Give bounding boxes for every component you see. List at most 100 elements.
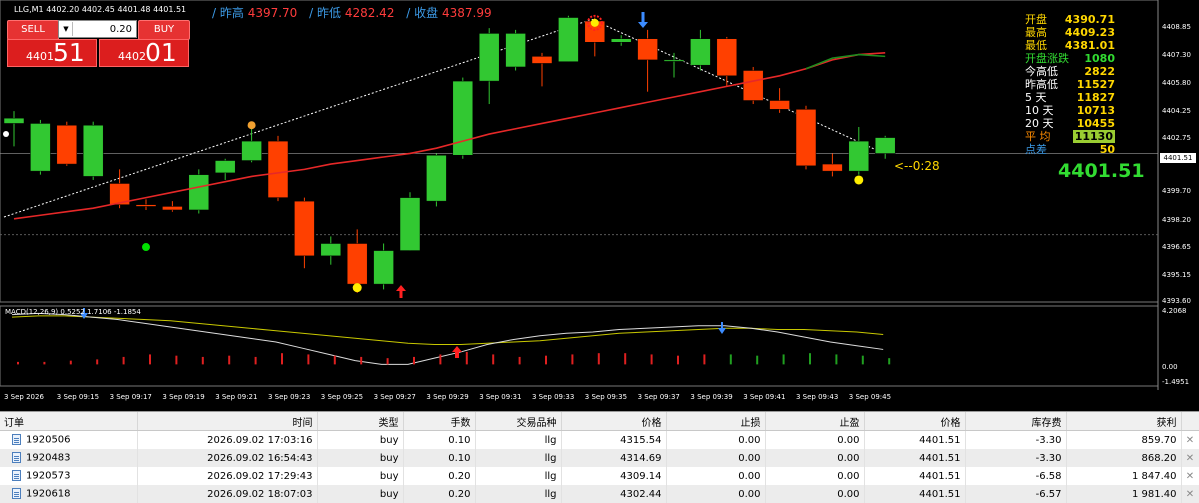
- price-axis-label: 4405.80: [1162, 79, 1191, 87]
- price-axis-label: 4404.25: [1162, 107, 1191, 115]
- chart-area[interactable]: LLG,M1 4402.20 4402.45 4401.48 4401.51 /…: [0, 0, 1199, 405]
- close-order-icon[interactable]: ✕: [1181, 449, 1199, 467]
- daily-stat-value: 4390.71: [1064, 13, 1115, 26]
- current-price-display: 4401.51: [1058, 160, 1145, 182]
- cell-take-profit: 0.00: [765, 430, 865, 449]
- open-price-text: 4302.44: [620, 488, 662, 500]
- time-axis-label: 3 Sep 2026: [4, 393, 44, 401]
- col-take-profit[interactable]: 止盈: [765, 412, 865, 431]
- cell-swap: -3.30: [965, 449, 1067, 467]
- table-row[interactable]: 1920573 2026.09.02 17:29:43 buy 0.20 llg 4309…: [0, 467, 1199, 485]
- time-axis-label: 3 Sep 09:21: [215, 393, 258, 401]
- buy-price-box[interactable]: 4402 01: [99, 38, 189, 67]
- candle-body: [82, 124, 104, 177]
- order-document-icon: [12, 488, 21, 500]
- daily-stat-value: 11527: [1076, 78, 1115, 91]
- col-symbol[interactable]: 交易品种: [475, 412, 562, 431]
- col-type[interactable]: 类型: [317, 412, 404, 431]
- sell-price-box[interactable]: 4401 51: [7, 38, 97, 67]
- cell-swap: -3.30: [965, 430, 1067, 449]
- cell-symbol: llg: [475, 449, 562, 467]
- lot-size-box[interactable]: ▼: [58, 20, 137, 38]
- cell-current-price: 4401.51: [864, 449, 966, 467]
- cell-current-price: 4401.51: [864, 467, 966, 485]
- price-axis-label: 4395.15: [1162, 271, 1191, 279]
- candle-body: [531, 56, 553, 64]
- daily-stat-value: 4381.01: [1064, 39, 1115, 52]
- stat-label: / 昨低: [309, 6, 341, 20]
- cell-take-profit: 0.00: [765, 485, 865, 503]
- daily-stat-label: 开盘涨跌: [1025, 52, 1069, 65]
- daily-stat-row: 10 天 10713: [1025, 104, 1115, 117]
- order-type-text: buy: [379, 434, 399, 446]
- profit-text: 868.20: [1141, 452, 1177, 464]
- daily-stat-row: 5 天 11827: [1025, 91, 1115, 104]
- symbol-text: llg: [544, 488, 557, 500]
- swap-text: -6.58: [1035, 470, 1062, 482]
- cell-stop-loss: 0.00: [666, 485, 766, 503]
- col-profit[interactable]: 获利: [1066, 412, 1182, 431]
- daily-stat-value: 2822: [1084, 65, 1115, 78]
- cell-open-time: 2026.09.02 17:29:43: [137, 467, 318, 485]
- stat-value: 4397.70: [247, 6, 298, 20]
- price-axis-label: 4398.20: [1162, 216, 1191, 224]
- col-stop-loss[interactable]: 止损: [666, 412, 766, 431]
- table-row[interactable]: 1920618 2026.09.02 18:07:03 buy 0.20 llg 4302…: [0, 485, 1199, 503]
- stat-value: 4282.42: [344, 6, 395, 20]
- orders-table: 订单 时间 类型 手数 交易品种 价格 止损 止盈 价格 库存费 获利 1920…: [0, 412, 1199, 503]
- candle-body: [320, 243, 342, 257]
- lot-dropdown-arrow-icon[interactable]: ▼: [60, 22, 73, 36]
- time-axis-label: 3 Sep 09:45: [848, 393, 892, 401]
- cell-lot-size: 0.10: [403, 449, 476, 467]
- sell-price-pips: 51: [53, 38, 85, 67]
- buy-button[interactable]: BUY: [138, 20, 190, 40]
- col-time[interactable]: 时间: [137, 412, 318, 431]
- candle-body: [716, 38, 738, 77]
- one-click-trade-panel: SELL ▼ BUY 4401 51 4402 01: [7, 20, 190, 67]
- time-axis-label: 3 Sep 09:27: [373, 393, 416, 401]
- daily-stat-label: 平 均: [1025, 130, 1051, 143]
- daily-stat-row: 20 天 10455: [1025, 117, 1115, 130]
- candle-body: [188, 174, 210, 211]
- cell-order-type: buy: [317, 430, 404, 449]
- yellow-dot-marker: [352, 283, 362, 293]
- candle-body: [874, 137, 896, 154]
- candle-body: [56, 124, 78, 165]
- table-row[interactable]: 1920506 2026.09.02 17:03:16 buy 0.10 llg 4315…: [0, 430, 1199, 449]
- lot-size-text: 0.20: [448, 488, 471, 500]
- close-order-icon[interactable]: ✕: [1181, 467, 1199, 485]
- current-price-text: 4401.51: [919, 452, 961, 464]
- symbol-title: LLG,M1 4402.20 4402.45 4401.48 4401.51: [14, 5, 187, 14]
- order-document-icon: [12, 434, 21, 446]
- swap-text: -6.57: [1035, 488, 1062, 500]
- symbol-text: llg: [544, 470, 557, 482]
- sell-button[interactable]: SELL: [7, 20, 59, 40]
- daily-stat-label: 最高: [1025, 26, 1047, 39]
- col-swap[interactable]: 库存费: [965, 412, 1067, 431]
- cell-take-profit: 0.00: [765, 467, 865, 485]
- sell-price-prefix: 4401: [26, 50, 54, 63]
- daily-stat-value: 10455: [1076, 117, 1115, 130]
- cell-order-id: 1920573: [0, 467, 138, 485]
- daily-stat-label: 今高低: [1025, 65, 1058, 78]
- col-open-price[interactable]: 价格: [561, 412, 667, 431]
- lot-size-input[interactable]: [75, 22, 132, 36]
- stop-loss-text: 0.00: [738, 470, 761, 482]
- candle-body: [795, 109, 817, 167]
- col-order[interactable]: 订单: [0, 412, 138, 431]
- cell-stop-loss: 0.00: [666, 449, 766, 467]
- cell-open-price: 4309.14: [561, 467, 667, 485]
- col-lots[interactable]: 手数: [403, 412, 476, 431]
- daily-stat-label: 昨高低: [1025, 78, 1058, 91]
- close-order-icon[interactable]: ✕: [1181, 430, 1199, 449]
- candle-body: [558, 17, 579, 62]
- table-row[interactable]: 1920483 2026.09.02 16:54:43 buy 0.10 llg 4314…: [0, 449, 1199, 467]
- daily-stat-value: 10713: [1076, 104, 1115, 117]
- cell-order-type: buy: [317, 485, 404, 503]
- cell-order-type: buy: [317, 449, 404, 467]
- lot-size-text: 0.10: [448, 452, 471, 464]
- cell-open-time: 2026.09.02 18:07:03: [137, 485, 318, 503]
- current-price-tag: 4401.51: [1160, 153, 1196, 163]
- close-order-icon[interactable]: ✕: [1181, 485, 1199, 503]
- col-current-price[interactable]: 价格: [864, 412, 966, 431]
